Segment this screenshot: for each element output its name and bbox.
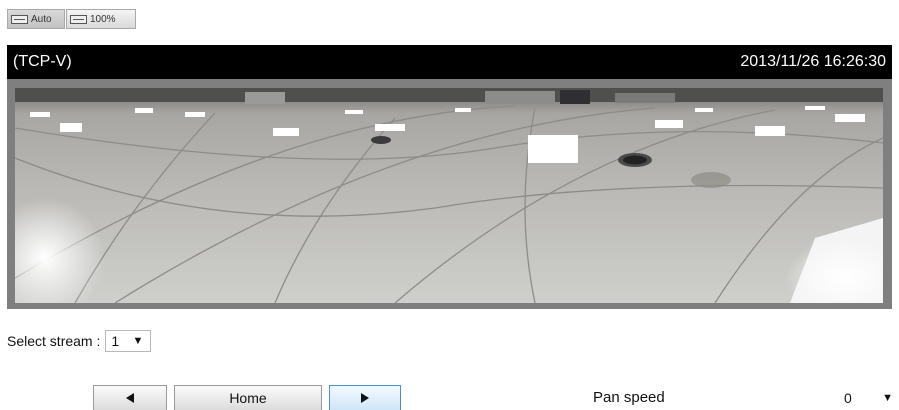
video-frame (7, 79, 892, 309)
auto-size-button[interactable]: Auto (7, 9, 65, 29)
home-label: Home (229, 390, 267, 406)
stream-select[interactable]: 1 ▼ (105, 330, 152, 352)
protocol-label: (TCP-V) (13, 53, 72, 70)
pan-left-button[interactable] (93, 385, 167, 410)
screen-icon (70, 14, 87, 24)
home-button[interactable]: Home (174, 385, 322, 410)
stream-selector-row: Select stream : 1 ▼ (7, 329, 152, 353)
select-stream-label: Select stream : (7, 333, 101, 349)
pan-right-button[interactable] (329, 385, 401, 410)
triangle-left-icon (126, 393, 134, 403)
full-size-button[interactable]: 100% (66, 9, 136, 29)
video-title-bar: (TCP-V) 2013/11/26 16:26:30 (7, 45, 892, 79)
triangle-right-icon (361, 393, 369, 403)
pan-speed-select[interactable]: 0 ▼ (838, 386, 899, 410)
panoramic-video-image (15, 88, 883, 303)
chevron-down-icon: ▼ (882, 392, 893, 404)
pan-speed-label: Pan speed (593, 389, 665, 406)
auto-size-label: Auto (31, 13, 52, 25)
pan-speed-value: 0 (844, 390, 852, 406)
stream-select-value: 1 (111, 333, 120, 349)
full-size-label: 100% (90, 13, 116, 25)
chevron-down-icon: ▼ (132, 335, 144, 347)
timestamp: 2013/11/26 16:26:30 (740, 53, 886, 70)
live-video[interactable] (15, 88, 883, 303)
screen-icon (11, 14, 28, 24)
